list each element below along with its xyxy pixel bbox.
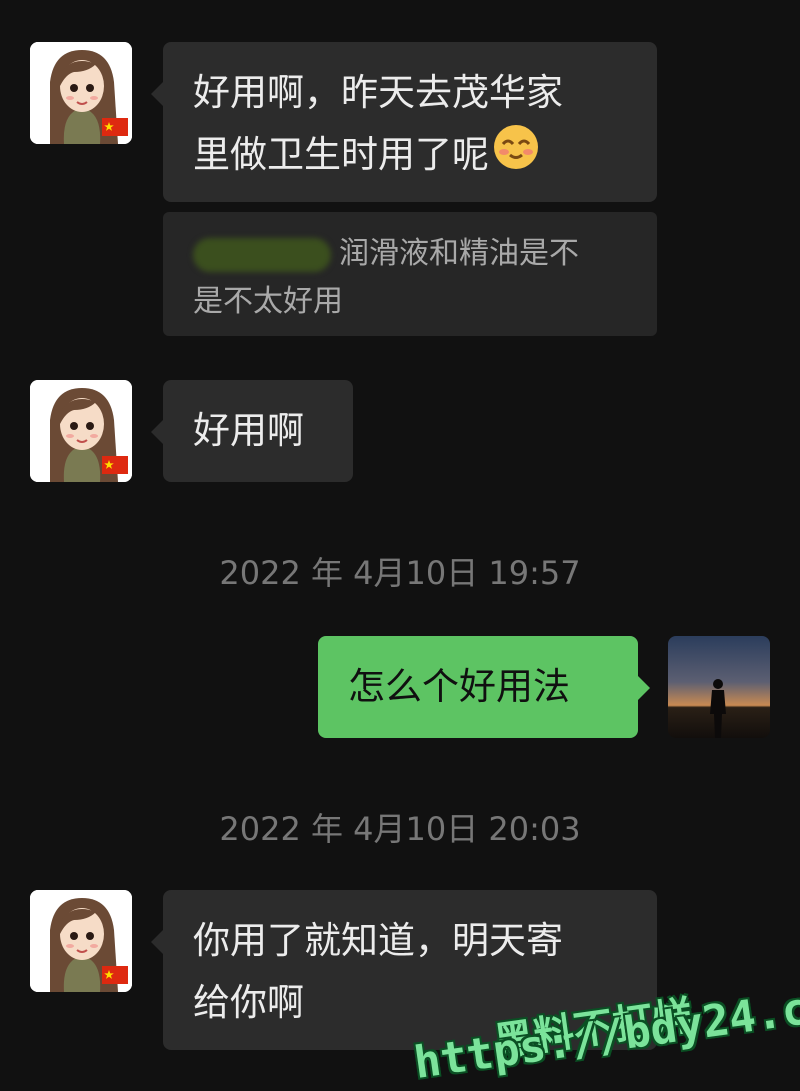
message-text-line: 好用啊 bbox=[193, 409, 304, 452]
contact-avatar[interactable] bbox=[30, 890, 132, 992]
message-bubble-incoming[interactable]: 好用啊 bbox=[151, 380, 353, 482]
contact-avatar-illustration bbox=[30, 380, 132, 482]
quoted-message[interactable]: 润滑液和精油是不 是不太好用 bbox=[163, 212, 657, 336]
contact-avatar[interactable] bbox=[30, 380, 132, 482]
blushing-face-icon bbox=[493, 124, 539, 189]
message-text-line: 怎么个好用法 bbox=[348, 665, 570, 708]
message-bubble-incoming[interactable]: 好用啊，昨天去茂华家 里做卫生时用了呢 bbox=[151, 42, 657, 202]
message-text-line: 好用啊，昨天去茂华家 bbox=[193, 71, 563, 114]
my-avatar[interactable] bbox=[668, 636, 770, 738]
silhouette-sunset-photo bbox=[710, 679, 726, 738]
contact-avatar-illustration bbox=[30, 890, 132, 992]
contact-avatar[interactable] bbox=[30, 42, 132, 144]
timestamp: 2022 年 4月10日 20:03 bbox=[219, 810, 581, 848]
quoted-text: 润滑液和精油是不 bbox=[339, 236, 579, 271]
message-bubble-outgoing[interactable]: 怎么个好用法 bbox=[318, 636, 650, 738]
message-text-line: 里做卫生时用了呢 bbox=[193, 133, 489, 176]
message-text-line: 你用了就知道，明天寄 bbox=[193, 919, 563, 962]
timestamp: 2022 年 4月10日 19:57 bbox=[219, 554, 581, 592]
blurred-name-redaction bbox=[193, 237, 331, 272]
quoted-text-line: 是不太好用 bbox=[193, 284, 343, 319]
contact-avatar-illustration bbox=[30, 42, 132, 144]
